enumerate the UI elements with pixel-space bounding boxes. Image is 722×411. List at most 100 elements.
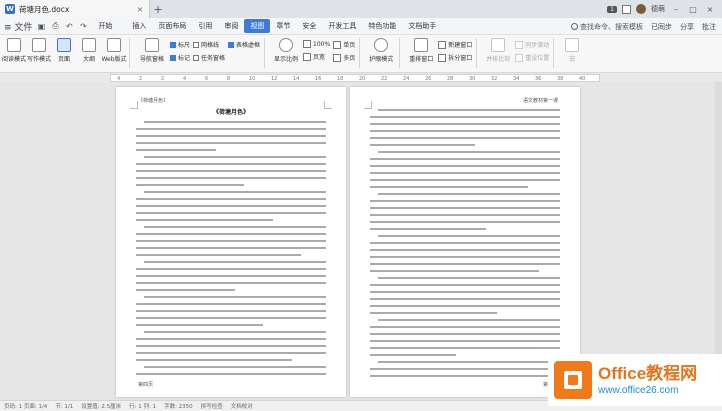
status-doc-check[interactable]: 文档校对 [231,402,253,410]
document-page-left[interactable]: 《荷塘月色》 《荷塘月色》 第四页 [116,87,346,397]
eye-mode-button[interactable]: 护眼模式 [367,38,395,63]
split-window-button[interactable]: 拆分窗口 [438,53,472,62]
menu-item[interactable]: 章节 [270,19,296,33]
status-word-count[interactable]: 字数: 2350 [164,402,193,410]
mark-checkbox[interactable]: 标记 [170,53,190,62]
compare-icon [491,38,506,52]
text-line [370,263,560,265]
menu-bar: ≡ 文件 ▣ ⎙ ↶ ↷ 开始 插入 页面布局 引用 审阅 视图 章节 安全 开发工具 特色功能… [0,18,722,35]
status-page-info[interactable]: 页码: 1 页面: 1/4 [4,402,47,410]
command-search[interactable]: 查找命令、搜索模板 [571,22,643,32]
text-line [136,282,326,284]
word-doc-icon: W [5,4,15,14]
layout-icon[interactable] [622,4,631,14]
text-line [370,158,560,160]
write-mode-button[interactable]: 写作模式 [27,38,51,63]
ribbon-divider [553,38,555,68]
rearrange-window-button[interactable]: 重排窗口 [407,38,435,63]
reset-position-button[interactable]: 重设位置 [515,53,549,62]
text-line [136,310,326,312]
sync-status[interactable]: 已同步 [651,22,672,32]
text-line [136,289,235,291]
side-compare-button[interactable]: 并排比较 [484,38,512,63]
menu-item[interactable]: 开发工具 [322,19,362,33]
nav-pane-button[interactable]: 导航窗格 [137,38,167,63]
menu-item[interactable]: 插入 [126,19,152,33]
text-line [370,249,560,251]
menu-item[interactable]: 引用 [192,19,218,33]
text-line [370,340,560,342]
text-line [370,214,560,216]
text-line [144,191,326,193]
save-icon[interactable]: ▣ [36,22,46,31]
close-window-button[interactable]: × [704,5,716,14]
document-tab-label: 荷塘月色.docx [19,4,70,14]
body-text [370,109,560,382]
text-line [136,142,326,144]
close-tab-icon[interactable]: × [135,5,145,14]
text-line [136,170,326,172]
document-page-right[interactable]: 语文教材第一课 第一课 [350,87,580,397]
new-tab-button[interactable]: + [150,3,166,16]
maximize-button[interactable]: □ [687,5,699,14]
macro-button[interactable]: 宏 [561,38,583,63]
text-line [370,333,560,335]
web-view-button[interactable]: Web版式 [101,38,127,63]
ruler-checkbox[interactable]: 标尺 [170,40,190,49]
text-line [370,123,560,125]
new-window-button[interactable]: 新建窗口 [438,40,472,49]
text-line [378,193,560,195]
ribbon-divider [129,38,130,68]
text-line [136,275,326,277]
menu-item[interactable]: 页面布局 [152,19,192,33]
vertical-scrollbar[interactable] [715,82,722,400]
redo-icon[interactable]: ↷ [78,22,88,31]
zoom-100-button[interactable]: 100% [303,40,330,48]
print-icon[interactable]: ⎙ [50,21,60,31]
file-menu[interactable]: ≡ 文件 [4,20,32,33]
text-line [370,242,560,244]
zoom-button[interactable]: 显示比例 [272,38,300,63]
status-spell-check[interactable]: 拼写检查 [201,402,223,410]
ribbon-view: 阅读模式 写作模式 页面 大纲 Web版式 导航窗格 标尺 标记 网格线 任务窗… [0,35,722,73]
menu-item[interactable]: 特色功能 [362,19,402,33]
text-line [378,277,560,279]
notification-badge[interactable]: 1 [607,5,617,13]
menu-item[interactable]: 视图 [244,19,271,33]
document-workarea[interactable]: 《荷塘月色》 《荷塘月色》 第四页 语文教材第一课 第一课 [0,82,722,400]
document-tab[interactable]: W 荷塘月色.docx × [0,0,150,18]
menu-item[interactable]: 安全 [296,19,322,33]
share-button[interactable]: 分享 [680,22,694,32]
comment-button[interactable]: 批注 [702,22,716,32]
horizontal-ruler[interactable]: 4 2 2 4 6 8 10 12 14 16 18 20 22 24 26 28 30 32 34 36 38 40 [110,74,600,82]
text-line [370,326,560,328]
page-view-button[interactable]: 页面 [53,38,75,63]
sync-scroll-button[interactable]: 同步滚动 [515,40,549,49]
undo-icon[interactable]: ↶ [64,22,74,31]
menu-item[interactable]: 审阅 [218,19,244,33]
outline-icon [82,38,96,52]
avatar[interactable] [636,4,646,14]
sync-scroll-icon [515,40,524,49]
multi-page-button[interactable]: 多页 [333,53,355,62]
text-line [144,226,326,228]
task-pane-checkbox[interactable]: 任务窗格 [193,53,225,62]
read-mode-button[interactable]: 阅读模式 [2,38,26,63]
menu-item[interactable]: 文档助手 [402,19,442,33]
gridlines-checkbox[interactable]: 网格线 [193,40,225,49]
user-name[interactable]: 德萌 [651,4,665,14]
text-line [370,179,560,181]
menu-start[interactable]: 开始 [92,19,118,33]
status-section: 节: 1/1 [55,404,74,410]
text-line [370,130,560,132]
outline-view-button[interactable]: 大纲 [78,38,100,63]
multi-page-icon [333,53,342,62]
pen-icon [32,38,46,52]
page-header: 语文教材第一课 [522,98,558,104]
minimize-button[interactable]: – [670,5,682,14]
table-lines-checkbox[interactable]: 表格虚框 [228,40,260,49]
single-page-button[interactable]: 单页 [333,40,355,49]
text-line [144,261,326,263]
text-line [370,186,528,188]
page-width-button[interactable]: 页宽 [303,52,330,61]
